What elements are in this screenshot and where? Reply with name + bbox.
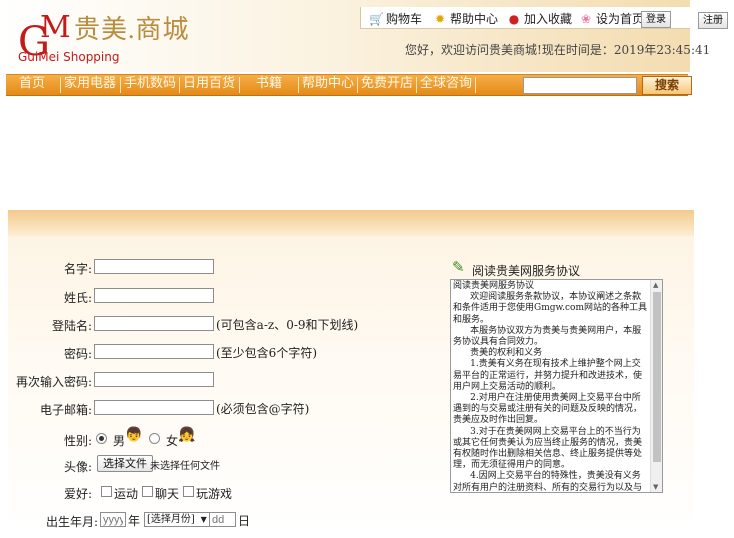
nav-separator	[239, 77, 240, 93]
nav-free-shop[interactable]: 免费开店	[359, 75, 415, 95]
gender-male-radio[interactable]	[96, 433, 107, 444]
login-name-label: 登陆名:	[51, 319, 92, 333]
pink-flower-icon: ❀	[580, 12, 592, 26]
birth-label: 出生年月:	[45, 515, 98, 529]
agreement-scrollbar[interactable]: ▲ ▼	[650, 280, 662, 492]
password-input[interactable]	[94, 344, 214, 359]
nav-separator	[179, 77, 180, 93]
red-dot-icon: ●	[508, 12, 520, 26]
nav-separator	[475, 77, 476, 93]
nav-separator	[357, 77, 358, 93]
nav-home[interactable]: 首页	[8, 75, 56, 95]
site-logo[interactable]: G M 贵美.商城 GuiMei Shopping	[12, 10, 202, 70]
gender-female-radio[interactable]	[149, 433, 160, 444]
logo-english-name: GuiMei Shopping	[18, 50, 120, 64]
nav-separator	[60, 77, 61, 93]
girl-face-icon: 👧	[178, 427, 196, 443]
search-button[interactable]: 搜索	[642, 76, 692, 95]
hobby-sport-label: 运动	[114, 487, 139, 501]
login-name-hint: (可包含a-z、0-9和下划线)	[216, 318, 359, 332]
nav-separator	[416, 77, 417, 93]
nav-books[interactable]: 书籍	[241, 75, 297, 95]
hobby-label: 爱好:	[63, 487, 92, 501]
nav-appliances[interactable]: 家用电器	[62, 75, 118, 95]
gender-female-label: 女	[166, 434, 179, 448]
birth-year-input[interactable]	[100, 512, 126, 527]
logo-chinese-name: 贵美.商城	[74, 15, 190, 44]
nav-help-center[interactable]: 帮助中心	[300, 75, 356, 95]
choose-file-button[interactable]: 选择文件	[97, 455, 153, 472]
day-unit-label: 日	[238, 514, 251, 528]
hobby-chat-checkbox[interactable]	[142, 486, 153, 497]
hobby-game-checkbox[interactable]	[183, 486, 194, 497]
nav-digital[interactable]: 手机数码	[122, 75, 178, 95]
repassword-label: 再次输入密码:	[15, 375, 92, 389]
register-button[interactable]: 注册	[698, 12, 728, 29]
surname-input[interactable]	[94, 288, 214, 303]
logo-letter-m: M	[40, 10, 71, 45]
agreement-pen-icon: ✎	[452, 258, 465, 276]
gender-label: 性别:	[63, 434, 92, 448]
search-input[interactable]	[523, 77, 637, 94]
top-links-bar: 🛒 购物车 ✹ 帮助中心 ● 加入收藏 ❀ 设为首页 登录	[360, 7, 690, 29]
gender-male-label: 男	[113, 434, 126, 448]
login-button[interactable]: 登录	[641, 11, 671, 28]
cart-icon: 🛒	[369, 12, 384, 26]
birth-day-input[interactable]	[209, 512, 236, 527]
favorite-link[interactable]: ● 加入收藏	[507, 10, 572, 27]
birth-month-select[interactable]: [选择月份] ▼	[144, 512, 210, 527]
hobby-sport-checkbox[interactable]	[101, 486, 112, 497]
file-status-text: 未选择任何文件	[150, 461, 220, 472]
scroll-thumb[interactable]	[653, 292, 661, 462]
help-link[interactable]: ✹ 帮助中心	[433, 10, 498, 27]
email-hint: (必须包含@字符)	[216, 402, 310, 416]
hobby-game-label: 玩游戏	[196, 487, 233, 501]
repassword-input[interactable]	[94, 372, 214, 387]
nav-separator	[120, 77, 121, 93]
nav-separator	[298, 77, 299, 93]
boy-face-icon: 👦	[125, 427, 143, 443]
surname-label: 姓氏:	[63, 291, 92, 305]
email-label: 电子邮箱:	[39, 403, 92, 417]
scroll-down-icon[interactable]: ▼	[653, 483, 658, 491]
agreement-text: 阅读贵美网服务协议 欢迎阅读服务条款协议，本协议阐述之条款和条件适用于您使用Gm…	[453, 281, 647, 493]
name-input[interactable]	[94, 259, 214, 274]
email-input[interactable]	[94, 400, 214, 415]
password-label: 密码:	[63, 347, 92, 361]
main-nav: 首页 家用电器 手机数码 日用百货 书籍 帮助中心 免费开店 全球咨询 搜索	[6, 74, 692, 96]
scroll-up-icon[interactable]: ▲	[653, 281, 658, 289]
year-unit-label: 年	[128, 514, 141, 528]
nav-global-consult[interactable]: 全球咨询	[418, 75, 474, 95]
agreement-title: 阅读贵美网服务协议	[472, 264, 581, 278]
cart-link[interactable]: 🛒 购物车	[369, 10, 422, 27]
dropdown-arrow-icon: ▼	[200, 515, 207, 524]
welcome-clock-text: 您好，欢迎访问贵美商城!现在时间是：2019年23:45:41	[405, 43, 711, 57]
sun-icon: ✹	[434, 12, 446, 26]
hobby-chat-label: 聊天	[155, 487, 180, 501]
password-hint: (至少包含6个字符)	[216, 346, 317, 360]
login-name-input[interactable]	[94, 316, 214, 331]
set-homepage-link[interactable]: ❀ 设为首页	[579, 10, 644, 27]
agreement-textarea[interactable]: 阅读贵美网服务协议 欢迎阅读服务条款协议，本协议阐述之条款和条件适用于您使用Gm…	[450, 279, 663, 493]
avatar-label: 头像:	[63, 460, 92, 474]
name-label: 名字:	[63, 262, 92, 276]
nav-daily-goods[interactable]: 日用百货	[181, 75, 237, 95]
